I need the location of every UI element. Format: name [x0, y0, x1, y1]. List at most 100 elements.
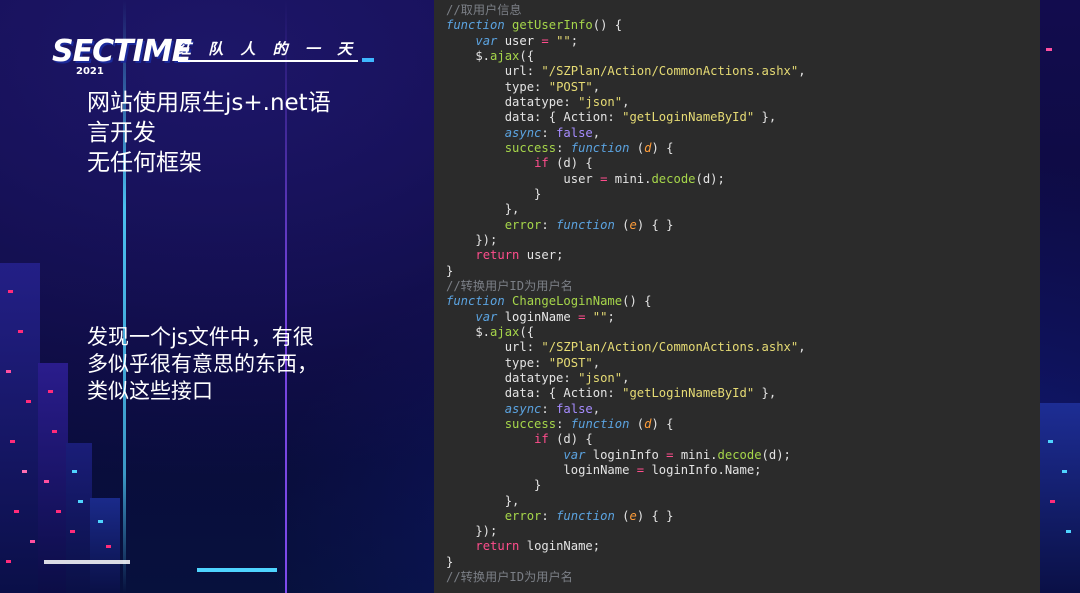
code-token: } — [446, 263, 454, 278]
code-token: ) { — [651, 416, 674, 431]
deco-bar — [197, 568, 277, 572]
code-token: loginName — [446, 462, 637, 477]
code-line: return user; — [446, 248, 806, 263]
code-line: var loginInfo = mini.decode(d); — [446, 448, 806, 463]
code-line: async: false, — [446, 126, 806, 141]
code-line: async: false, — [446, 402, 806, 417]
code-token: }); — [446, 524, 498, 539]
code-token: "json" — [578, 370, 623, 385]
code-token: var — [563, 447, 586, 462]
code-token: //转换用户ID为用户名 — [446, 570, 573, 585]
code-token: success — [504, 140, 557, 155]
code-line: url: "/SZPlan/Action/CommonActions.ashx"… — [446, 64, 806, 79]
code-token: decode — [651, 171, 696, 186]
code-line: data: { Action: "getLoginNameById" }, — [446, 386, 806, 401]
code-token: $. — [446, 48, 491, 63]
code-token: }); — [446, 232, 498, 247]
code-token: (d) { — [548, 432, 593, 447]
logo-main-text: SECTIME — [52, 34, 192, 69]
code-token: datatype: — [446, 370, 579, 385]
code-token: loginName — [497, 309, 579, 324]
code-token: }, — [446, 493, 520, 508]
code-line: data: { Action: "getLoginNameById" }, — [446, 110, 806, 125]
code-line: url: "/SZPlan/Action/CommonActions.ashx"… — [446, 340, 806, 355]
code-line: function ChangeLoginName() { — [446, 294, 806, 309]
code-line: if (d) { — [446, 156, 806, 171]
code-token: function — [570, 140, 630, 155]
code-line: } — [446, 478, 806, 493]
code-line: }, — [446, 494, 806, 509]
code-token: ajax — [490, 48, 520, 63]
code-line: //取用户信息 — [446, 3, 806, 18]
code-token: loginInfo — [585, 447, 667, 462]
code-token: e — [629, 217, 637, 232]
code-token: , — [592, 401, 601, 416]
code-token: "json" — [578, 94, 623, 109]
code-line: $.ajax({ — [446, 49, 806, 64]
code-token: } — [446, 186, 542, 201]
code-token: url: — [446, 340, 542, 355]
logo-year: 2021 — [76, 66, 104, 77]
code-token: , — [798, 340, 806, 355]
code-token: ({ — [519, 324, 535, 339]
code-line: function getUserInfo() { — [446, 18, 806, 33]
code-line: }); — [446, 233, 806, 248]
code-token: d — [644, 140, 652, 155]
code-token: data: { Action: — [446, 386, 623, 401]
code-token: () { — [592, 18, 623, 33]
code-token: type: — [446, 79, 549, 94]
code-line: var user = ""; — [446, 34, 806, 49]
code-line: datatype: "json", — [446, 371, 806, 386]
code-line: success: function (d) { — [446, 417, 806, 432]
accent-mark — [1046, 48, 1052, 51]
note-line: 网站使用原生js+.net语 — [87, 90, 331, 116]
code-token: : — [556, 416, 571, 431]
code-token: ) { } — [636, 508, 674, 523]
code-token: "" — [548, 33, 571, 48]
code-token: (d); — [695, 171, 725, 186]
code-token: url: — [446, 64, 542, 79]
code-line: loginName = loginInfo.Name; — [446, 463, 806, 478]
note-tech-stack: 网站使用原生js+.net语 言开发 无任何框架 — [87, 88, 331, 178]
code-token: return — [475, 248, 520, 263]
code-block: //取用户信息 function getUserInfo() { var user… — [446, 3, 806, 585]
code-screenshot: //取用户信息 function getUserInfo() { var user… — [434, 0, 1040, 593]
code-line: success: function (d) { — [446, 141, 806, 156]
code-token: function — [446, 18, 505, 33]
code-token: "POST" — [548, 355, 593, 370]
code-line: error: function (e) { } — [446, 218, 806, 233]
code-token: , — [592, 355, 601, 370]
code-token: loginName; — [519, 539, 601, 554]
code-line: datatype: "json", — [446, 95, 806, 110]
code-token: function — [556, 217, 615, 232]
code-token: getUserInfo — [512, 18, 593, 33]
logo-underline — [178, 60, 358, 62]
code-token: , — [622, 370, 630, 385]
code-token: decode — [717, 447, 762, 462]
code-line: var loginName = ""; — [446, 310, 806, 325]
code-token: "" — [585, 309, 608, 324]
code-token: = — [541, 33, 549, 48]
code-token: ( — [614, 217, 630, 232]
note-js-finding: 发现一个js文件中，有很 多似乎很有意思的东西， 类似这些接口 — [87, 324, 318, 405]
logo-underline-accent — [362, 58, 374, 62]
code-token: ChangeLoginName — [512, 294, 623, 309]
note-line: 类似这些接口 — [87, 379, 213, 403]
code-line: } — [446, 187, 806, 202]
code-token: var — [475, 309, 498, 324]
city-skyline-right — [1040, 343, 1080, 593]
code-token: //取用户信息 — [446, 3, 522, 17]
note-line: 发现一个js文件中，有很 — [87, 325, 314, 349]
code-token: : — [541, 217, 557, 232]
